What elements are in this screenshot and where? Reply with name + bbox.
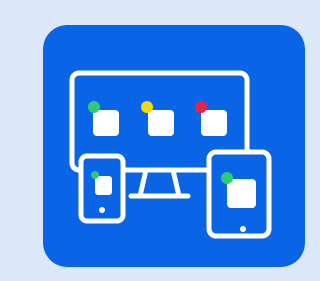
phone-icon (78, 153, 126, 224)
icon-canvas (0, 0, 305, 281)
multi-device-sync-icon (43, 25, 305, 267)
tablet-icon (206, 149, 272, 239)
